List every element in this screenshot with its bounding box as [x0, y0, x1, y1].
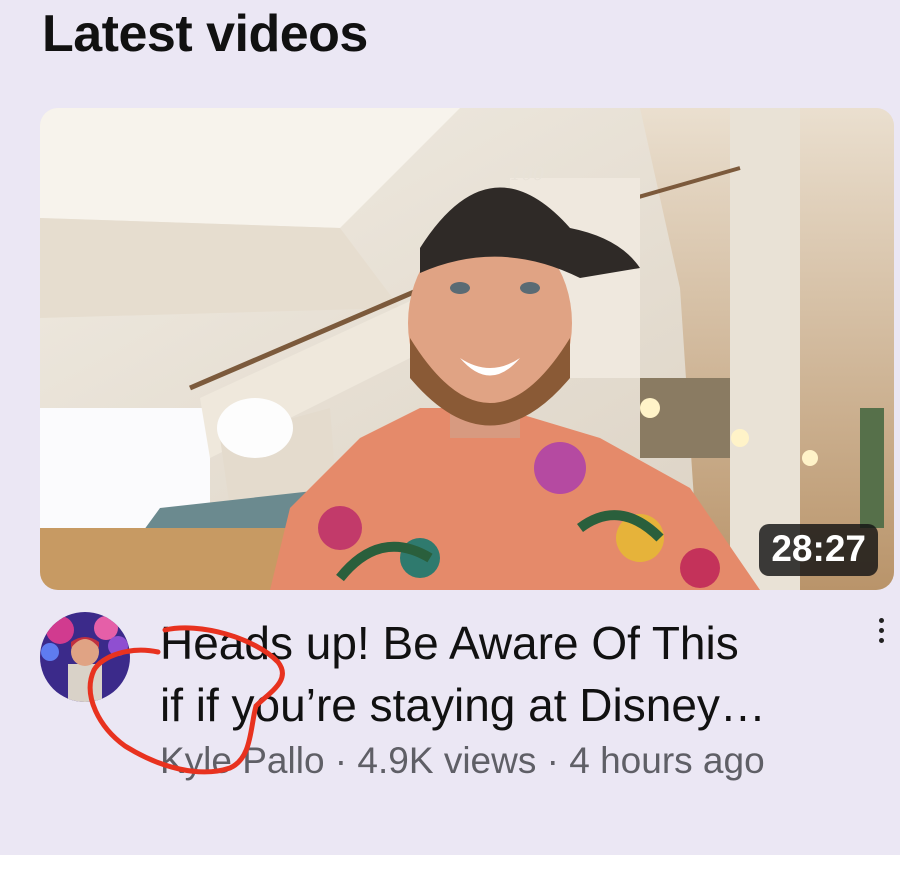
svg-text:100: 100: [510, 164, 544, 185]
video-subline: Kyle Pallo · 4.9K views · 4 hours ago: [160, 740, 850, 782]
thumbnail-image: 100: [40, 108, 894, 590]
video-thumbnail[interactable]: 100 28:27: [40, 108, 894, 590]
video-meta: Heads up! Be Aware Of This if if you’re …: [160, 612, 850, 782]
separator: ·: [536, 740, 570, 781]
view-count: 4.9K views: [357, 740, 537, 781]
avatar-image: [40, 612, 130, 702]
video-title-line-1: Heads up! Be Aware Of This: [160, 617, 739, 669]
channel-avatar[interactable]: [40, 612, 130, 702]
section-title: Latest videos: [42, 5, 368, 63]
channel-name[interactable]: Kyle Pallo: [160, 740, 325, 781]
video-title[interactable]: Heads up! Be Aware Of This if if you’re …: [160, 612, 850, 736]
more-vert-icon[interactable]: [866, 618, 896, 658]
more-dot: [878, 628, 884, 633]
upload-age: 4 hours ago: [569, 740, 765, 781]
more-dot: [878, 618, 884, 623]
duration-badge: 28:27: [759, 524, 878, 576]
latest-videos-panel: Latest videos 100 28:27 Heads up! Be Awa…: [0, 0, 900, 855]
separator: ·: [324, 740, 358, 781]
video-title-line-2: if if you’re staying at Disney…: [160, 679, 766, 731]
more-dot: [878, 638, 884, 643]
